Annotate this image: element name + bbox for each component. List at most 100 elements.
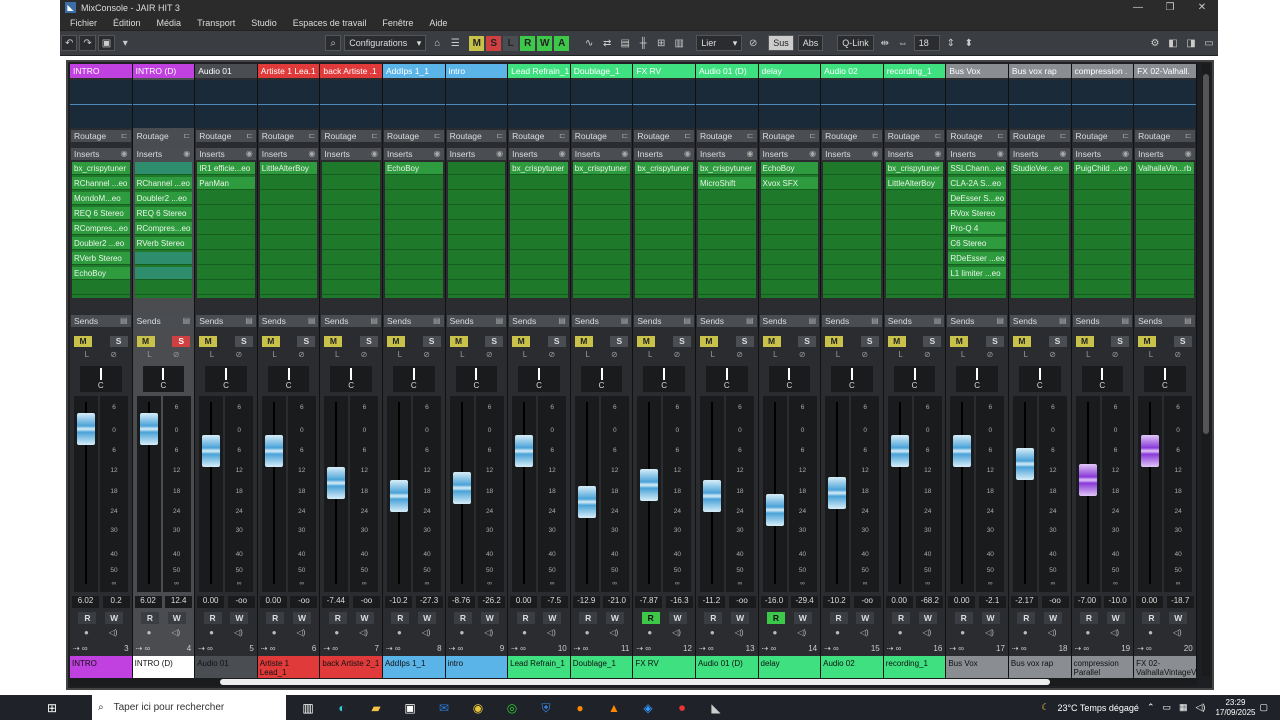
- insert-slot[interactable]: [1136, 237, 1194, 250]
- pan-control[interactable]: C: [893, 366, 936, 392]
- read-button[interactable]: R: [1142, 612, 1161, 624]
- record-enable-icon[interactable]: ●: [710, 628, 715, 638]
- mute-button[interactable]: M: [136, 336, 155, 347]
- inserts-header[interactable]: Inserts ◉: [759, 148, 820, 160]
- fader-cap[interactable]: [77, 412, 95, 445]
- insert-slot[interactable]: [1010, 192, 1069, 205]
- sends-header[interactable]: Sends ▤: [696, 315, 757, 327]
- volume-fader[interactable]: [887, 396, 912, 592]
- vertical-scrollbar[interactable]: [1202, 64, 1210, 676]
- record-enable-icon[interactable]: ●: [522, 628, 527, 638]
- read-button[interactable]: R: [140, 612, 159, 624]
- pan-control[interactable]: C: [1144, 366, 1186, 392]
- insert-slot[interactable]: [322, 252, 380, 265]
- sends-header[interactable]: Sends ▤: [1072, 315, 1133, 327]
- insert-slot[interactable]: REQ 6 Stereo: [134, 207, 193, 220]
- insert-slot[interactable]: [322, 177, 380, 190]
- insert-slot[interactable]: [635, 267, 693, 280]
- channel-name[interactable]: INTRO: [70, 64, 132, 78]
- close-button[interactable]: ✕: [1186, 2, 1218, 13]
- sends-header[interactable]: Sends ▤: [196, 315, 256, 327]
- mute-button[interactable]: M: [762, 336, 781, 347]
- insert-slot[interactable]: [572, 222, 631, 235]
- volume-fader[interactable]: [386, 396, 411, 592]
- insert-slot[interactable]: [259, 267, 318, 280]
- peak-value[interactable]: -27.3: [415, 596, 443, 608]
- pan-control[interactable]: C: [267, 366, 310, 392]
- eq-curve[interactable]: [570, 80, 633, 128]
- sends-header[interactable]: Sends ▤: [947, 315, 1007, 327]
- routing-header[interactable]: Routage ⊏: [196, 130, 256, 142]
- speaker-icon[interactable]: ◁): [985, 628, 994, 638]
- insert-icon[interactable]: ▤: [617, 35, 633, 51]
- insert-slot[interactable]: [885, 237, 944, 250]
- channel-name[interactable]: AddIps 1_1: [382, 64, 445, 78]
- routing-icon[interactable]: ⇄: [599, 35, 615, 51]
- routing-header[interactable]: Routage ⊏: [884, 130, 945, 142]
- speaker-icon[interactable]: ◁): [1110, 628, 1119, 638]
- insert-slot[interactable]: [447, 177, 506, 190]
- channel-bottom-name[interactable]: delay: [758, 656, 821, 678]
- speaker-icon[interactable]: ◁): [109, 628, 118, 638]
- insert-slot[interactable]: [384, 282, 443, 295]
- undo-icon[interactable]: ↶: [61, 35, 78, 51]
- peak-value[interactable]: -oo: [227, 596, 255, 608]
- fader-cap[interactable]: [640, 468, 659, 501]
- insert-slot[interactable]: [510, 222, 568, 235]
- record-enable-icon[interactable]: ●: [835, 628, 840, 638]
- listen-button[interactable]: L: [147, 350, 151, 361]
- insert-slot[interactable]: RDeEsser ...eo: [948, 252, 1006, 265]
- insert-slot[interactable]: [823, 252, 881, 265]
- fader-icon[interactable]: ⊞: [653, 35, 669, 51]
- speaker-icon[interactable]: ◁): [797, 628, 806, 638]
- insert-slot[interactable]: [510, 282, 568, 295]
- eq-curve[interactable]: [320, 80, 382, 128]
- routing-header[interactable]: Routage ⊏: [822, 130, 882, 142]
- routing-header[interactable]: Routage ⊏: [759, 130, 820, 142]
- insert-slot[interactable]: [760, 267, 819, 280]
- volume-fader[interactable]: [1138, 396, 1163, 592]
- volume-value[interactable]: 6.02: [72, 596, 99, 608]
- fader-cap[interactable]: [1015, 448, 1034, 480]
- inserts-header[interactable]: Inserts ◉: [1135, 148, 1195, 160]
- channel-bottom-name[interactable]: Artiste 1 Lead_1: [257, 656, 320, 678]
- volume-value[interactable]: -11.2: [697, 596, 725, 608]
- sends-header[interactable]: Sends ▤: [446, 315, 507, 327]
- eq-curve[interactable]: [1134, 80, 1196, 128]
- insert-slot[interactable]: Doubler2 ...eo: [134, 192, 193, 205]
- eq-curve[interactable]: [1008, 80, 1071, 128]
- global-w-button[interactable]: W: [537, 35, 553, 51]
- insert-slot[interactable]: [134, 252, 193, 265]
- speaker-icon[interactable]: ◁): [860, 628, 869, 638]
- peak-value[interactable]: -oo: [853, 596, 881, 608]
- volume-value[interactable]: -10.2: [823, 596, 851, 608]
- inserts-header[interactable]: Inserts ◉: [383, 148, 444, 160]
- solo-button[interactable]: S: [985, 336, 1004, 347]
- insert-slot[interactable]: [635, 192, 693, 205]
- insert-slot[interactable]: [885, 282, 944, 295]
- channel-bottom-name[interactable]: Audio 01 (D): [695, 656, 758, 678]
- insert-slot[interactable]: Pro-Q 4: [948, 222, 1006, 235]
- volume-fader[interactable]: [637, 396, 662, 592]
- insert-slot[interactable]: [760, 222, 819, 235]
- edge-icon[interactable]: ◐: [330, 696, 354, 720]
- insert-slot[interactable]: [572, 207, 631, 220]
- record-enable-icon[interactable]: ●: [272, 628, 277, 638]
- volume-value[interactable]: -8.76: [447, 596, 475, 608]
- configurations-dropdown[interactable]: Configurations ▾: [344, 35, 427, 51]
- solo-button[interactable]: S: [798, 336, 817, 347]
- insert-slot[interactable]: [572, 237, 631, 250]
- firefox-icon[interactable]: ●: [568, 696, 592, 720]
- insert-slot[interactable]: RChannel ...eo: [134, 177, 193, 190]
- mute-button[interactable]: M: [449, 336, 468, 347]
- cubase-icon[interactable]: ◣: [704, 696, 728, 720]
- read-button[interactable]: R: [391, 612, 410, 624]
- vlc-icon[interactable]: ▲: [602, 696, 626, 720]
- meter-icon[interactable]: ▥: [671, 35, 687, 51]
- write-button[interactable]: W: [668, 612, 687, 624]
- search-icon[interactable]: ⌕: [325, 35, 342, 51]
- routing-header[interactable]: Routage ⊏: [509, 130, 569, 142]
- write-button[interactable]: W: [981, 612, 1000, 624]
- pan-control[interactable]: C: [205, 366, 247, 392]
- mute-button[interactable]: M: [1138, 336, 1157, 347]
